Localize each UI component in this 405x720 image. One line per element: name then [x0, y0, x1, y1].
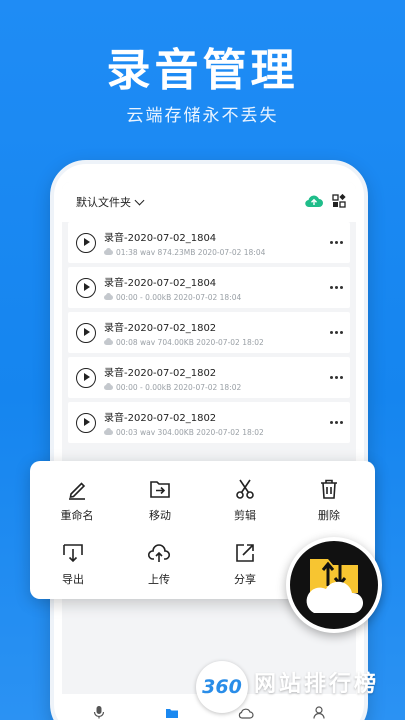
- trash-icon: [321, 479, 337, 499]
- more-options-icon[interactable]: [322, 331, 350, 334]
- cloud-icon: [104, 382, 113, 390]
- cut-button[interactable]: 剪辑: [210, 477, 280, 523]
- recording-name: 录音-2020-07-02_1802: [104, 412, 217, 424]
- list-item[interactable]: 录音-2020-07-02_1804 00:00 - 0.00kB 2020-0…: [68, 267, 350, 308]
- watermark-number: 360: [202, 676, 242, 698]
- list-item[interactable]: 录音-2020-07-02_1802 00:08 wav 704.00KB 20…: [68, 312, 350, 353]
- recording-meta: 00:00 - 0.00kB 2020-07-02 18:04: [116, 292, 242, 302]
- upload-label: 上传: [148, 573, 170, 586]
- move-button[interactable]: 移动: [125, 477, 195, 523]
- recording-meta: 00:03 wav 304.00KB 2020-07-02 18:02: [116, 427, 264, 437]
- chevron-down-icon: [134, 195, 145, 206]
- rename-button[interactable]: 重命名: [42, 477, 112, 523]
- scissors-icon: [236, 479, 254, 499]
- app-screen: 默认文件夹 录音-2020-07-02_1804 01:38 wav 874.2…: [62, 182, 356, 720]
- play-icon[interactable]: [76, 322, 96, 343]
- play-icon[interactable]: [76, 367, 96, 388]
- export-label: 导出: [62, 573, 84, 586]
- share-label: 分享: [234, 573, 256, 586]
- watermark: 360 网站排行榜 WANGZHAN360.CN: [196, 658, 379, 716]
- play-icon[interactable]: [76, 277, 96, 298]
- cloud-icon: [104, 427, 113, 435]
- play-icon[interactable]: [76, 412, 96, 433]
- cloud-transfer-badge: [286, 537, 382, 633]
- delete-label: 删除: [318, 509, 340, 522]
- cloud-upload-action-icon: [147, 544, 171, 562]
- export-button[interactable]: 导出: [38, 541, 108, 587]
- recording-meta: 00:00 - 0.00kB 2020-07-02 18:02: [116, 382, 242, 392]
- cloud-upload-icon[interactable]: [304, 193, 324, 212]
- tab-record[interactable]: 录音: [69, 705, 129, 720]
- pencil-icon: [69, 482, 86, 500]
- watermark-logo: 360: [196, 661, 248, 713]
- move-icon: [150, 481, 170, 498]
- promo-subline: 云端存储永不丢失: [126, 106, 279, 126]
- share-icon: [236, 544, 254, 562]
- recording-name: 录音-2020-07-02_1804: [104, 277, 217, 289]
- play-icon[interactable]: [76, 232, 96, 253]
- list-item[interactable]: 录音-2020-07-02_1804 01:38 wav 874.23MB 20…: [68, 222, 350, 263]
- watermark-title: 网站排行榜: [254, 672, 380, 697]
- cloud-icon: [104, 292, 113, 300]
- microphone-icon: [93, 706, 104, 719]
- promo-headline: 录音管理: [106, 45, 299, 96]
- more-options-icon[interactable]: [322, 241, 350, 244]
- phone-mockup: 默认文件夹 录音-2020-07-02_1804 01:38 wav 874.2…: [50, 160, 368, 720]
- file-toolbar: 默认文件夹: [62, 182, 356, 222]
- cloud-transfer-icon: [306, 559, 364, 613]
- more-options-icon[interactable]: [322, 421, 350, 424]
- cut-label: 剪辑: [234, 509, 256, 522]
- folder-icon: [166, 709, 179, 718]
- delete-button[interactable]: 删除: [294, 477, 364, 523]
- recording-meta: 01:38 wav 874.23MB 2020-07-02 18:04: [116, 247, 266, 257]
- upload-button[interactable]: 上传: [124, 541, 194, 587]
- list-item[interactable]: 录音-2020-07-02_1802 00:00 - 0.00kB 2020-0…: [68, 357, 350, 398]
- more-options-icon[interactable]: [322, 376, 350, 379]
- folder-label: 默认文件夹: [76, 196, 131, 209]
- more-options-icon[interactable]: [322, 286, 350, 289]
- cloud-icon: [104, 247, 113, 255]
- recording-name: 录音-2020-07-02_1802: [104, 322, 217, 334]
- recording-name: 录音-2020-07-02_1802: [104, 367, 217, 379]
- recording-meta: 00:08 wav 704.00KB 2020-07-02 18:02: [116, 337, 264, 347]
- share-button[interactable]: 分享: [210, 541, 280, 587]
- recording-name: 录音-2020-07-02_1804: [104, 232, 217, 244]
- rename-label: 重命名: [60, 509, 94, 522]
- list-item[interactable]: 录音-2020-07-02_1802 00:03 wav 304.00KB 20…: [68, 402, 350, 443]
- cloud-icon: [104, 337, 113, 345]
- grid-menu-icon[interactable]: [332, 193, 346, 212]
- watermark-domain: WANGZHAN360.CN: [254, 699, 360, 708]
- tab-files[interactable]: 文件: [142, 707, 202, 720]
- export-icon: [63, 544, 83, 563]
- move-label: 移动: [149, 509, 171, 522]
- folder-selector[interactable]: 默认文件夹: [76, 194, 145, 210]
- recording-list: 录音-2020-07-02_1804 01:38 wav 874.23MB 20…: [62, 222, 356, 447]
